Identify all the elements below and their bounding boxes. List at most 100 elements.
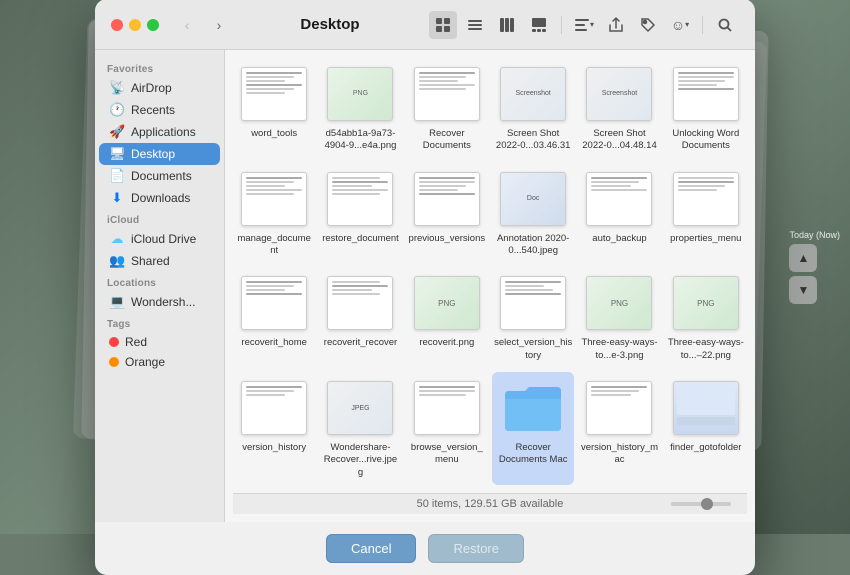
wondershare-icon: 💻: [109, 294, 125, 310]
sidebar-recents-label: Recents: [131, 103, 175, 117]
list-item[interactable]: PNG Three-easy-ways-to...–22.png: [665, 267, 747, 368]
list-item[interactable]: PNG recoverit.png: [406, 267, 488, 368]
share-button[interactable]: [602, 11, 630, 39]
file-name: Recover Documents Mac: [494, 442, 572, 467]
sidebar-item-wondershare[interactable]: 💻 Wondersh...: [99, 291, 220, 313]
orange-tag-dot: [109, 357, 119, 367]
status-text: 50 items, 129.51 GB available: [417, 498, 564, 510]
file-name: Annotation 2020-0...540.jpeg: [494, 233, 572, 258]
zoom-slider[interactable]: [671, 502, 731, 506]
desktop-icon: 🖥: [109, 146, 125, 162]
file-name: finder_gotofolder: [670, 442, 741, 454]
sidebar-item-airdrop[interactable]: 📡 AirDrop: [99, 77, 220, 99]
sidebar-red-label: Red: [125, 335, 147, 349]
shared-icon: 👥: [109, 253, 125, 269]
file-name: Screen Shot 2022-0...03.46.31: [494, 128, 572, 153]
list-item[interactable]: finder_gotofolder: [665, 372, 747, 485]
file-name: Wondershare-Recover...rive.jpeg: [321, 442, 399, 479]
list-item[interactable]: previous_versions: [406, 163, 488, 264]
sidebar-item-red[interactable]: Red: [99, 332, 220, 352]
sidebar-orange-label: Orange: [125, 355, 165, 369]
toolbar-right: ▾ ☺▾: [429, 11, 739, 39]
sidebar-shared-label: Shared: [131, 254, 170, 268]
sidebar-item-downloads[interactable]: ⬇ Downloads: [99, 187, 220, 209]
list-item[interactable]: word_tools: [233, 58, 315, 159]
list-item[interactable]: Unlocking Word Documents: [665, 58, 747, 159]
file-name: recoverit_recover: [324, 337, 397, 349]
view-columns-button[interactable]: [493, 11, 521, 39]
group-button[interactable]: ▾: [570, 11, 598, 39]
emoji-button[interactable]: ☺▾: [666, 11, 694, 39]
list-item[interactable]: Doc Annotation 2020-0...540.jpeg: [492, 163, 574, 264]
sidebar-airdrop-label: AirDrop: [131, 81, 172, 95]
icloud-icon: ☁: [109, 231, 125, 247]
sidebar-item-shared[interactable]: 👥 Shared: [99, 250, 220, 272]
file-name: version_history: [242, 442, 306, 454]
bottom-buttons: Cancel Restore: [95, 522, 755, 575]
view-grid-button[interactable]: [429, 11, 457, 39]
list-item[interactable]: Screenshot Screen Shot 2022-0...03.46.31: [492, 58, 574, 159]
search-button[interactable]: [711, 11, 739, 39]
file-grid: word_tools PNG d54abb1a-9a73-4904-9...e4…: [233, 58, 747, 485]
list-item[interactable]: PNG Three-easy-ways-to...e-3.png: [578, 267, 660, 368]
file-name: previous_versions: [409, 233, 486, 245]
file-name: recoverit_home: [241, 337, 306, 349]
close-button[interactable]: [111, 19, 123, 31]
minimize-button[interactable]: [129, 19, 141, 31]
file-name: browse_version_menu: [408, 442, 486, 467]
recents-icon: 🕐: [109, 102, 125, 118]
file-grid-container[interactable]: word_tools PNG d54abb1a-9a73-4904-9...e4…: [225, 50, 755, 522]
locations-label: Locations: [95, 272, 224, 291]
sidebar-item-icloud[interactable]: ☁ iCloud Drive: [99, 228, 220, 250]
content-area: Favorites 📡 AirDrop 🕐 Recents 🚀 Applicat…: [95, 50, 755, 522]
list-item[interactable]: restore_document: [319, 163, 401, 264]
file-name: select_version_history: [494, 337, 572, 362]
view-gallery-button[interactable]: [525, 11, 553, 39]
file-name: d54abb1a-9a73-4904-9...e4a.png: [321, 128, 399, 153]
back-button[interactable]: ‹: [175, 13, 199, 37]
sidebar-item-desktop[interactable]: 🖥 Desktop: [99, 143, 220, 165]
traffic-lights: [111, 19, 159, 31]
status-bar: 50 items, 129.51 GB available: [233, 493, 747, 514]
sidebar: Favorites 📡 AirDrop 🕐 Recents 🚀 Applicat…: [95, 50, 225, 522]
list-item[interactable]: Screenshot Screen Shot 2022-0...04.48.14: [578, 58, 660, 159]
list-item[interactable]: auto_backup: [578, 163, 660, 264]
list-item[interactable]: properties_menu: [665, 163, 747, 264]
sidebar-item-recents[interactable]: 🕐 Recents: [99, 99, 220, 121]
cancel-button[interactable]: Cancel: [326, 534, 416, 563]
view-list-button[interactable]: [461, 11, 489, 39]
file-name: manage_document: [235, 233, 313, 258]
applications-icon: 🚀: [109, 124, 125, 140]
list-item[interactable]: manage_document: [233, 163, 315, 264]
list-item[interactable]: version_history_mac: [578, 372, 660, 485]
sidebar-documents-label: Documents: [131, 169, 192, 183]
file-name: Unlocking Word Documents: [667, 128, 745, 153]
file-name: version_history_mac: [580, 442, 658, 467]
favorites-label: Favorites: [95, 58, 224, 77]
list-item[interactable]: recoverit_recover: [319, 267, 401, 368]
sidebar-applications-label: Applications: [131, 125, 196, 139]
sidebar-wondershare-label: Wondersh...: [131, 295, 195, 309]
sidebar-item-applications[interactable]: 🚀 Applications: [99, 121, 220, 143]
file-name: Three-easy-ways-to...e-3.png: [580, 337, 658, 362]
airdrop-icon: 📡: [109, 80, 125, 96]
file-name: restore_document: [322, 233, 399, 245]
forward-button[interactable]: ›: [207, 13, 231, 37]
tag-button[interactable]: [634, 11, 662, 39]
list-item[interactable]: Recover Documents: [406, 58, 488, 159]
list-item[interactable]: version_history: [233, 372, 315, 485]
window-title: Desktop: [239, 16, 421, 33]
list-item[interactable]: Recover Documents Mac: [492, 372, 574, 485]
restore-button[interactable]: Restore: [428, 534, 524, 563]
sidebar-item-documents[interactable]: 📄 Documents: [99, 165, 220, 187]
file-name: Recover Documents: [408, 128, 486, 153]
icloud-label: iCloud: [95, 209, 224, 228]
list-item[interactable]: PNG d54abb1a-9a73-4904-9...e4a.png: [319, 58, 401, 159]
documents-icon: 📄: [109, 168, 125, 184]
list-item[interactable]: select_version_history: [492, 267, 574, 368]
maximize-button[interactable]: [147, 19, 159, 31]
list-item[interactable]: browse_version_menu: [406, 372, 488, 485]
list-item[interactable]: recoverit_home: [233, 267, 315, 368]
list-item[interactable]: JPEG Wondershare-Recover...rive.jpeg: [319, 372, 401, 485]
sidebar-item-orange[interactable]: Orange: [99, 352, 220, 372]
